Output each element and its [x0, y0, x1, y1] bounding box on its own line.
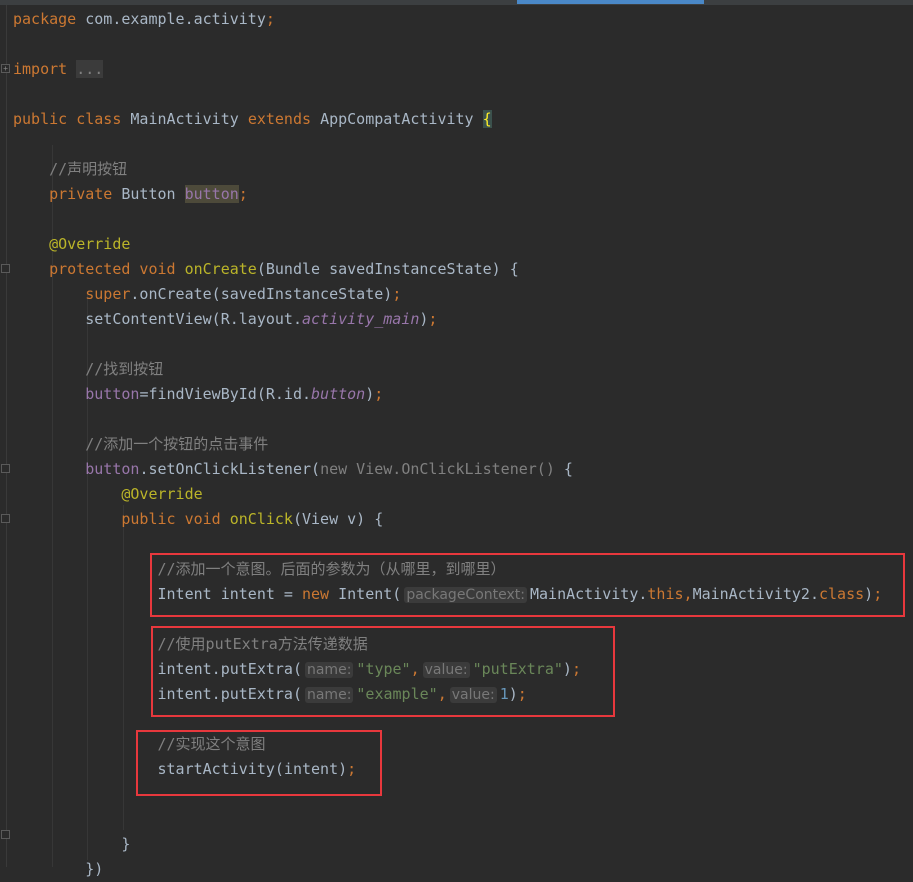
code-token: com.example.activity	[85, 10, 266, 28]
code-token: import	[13, 60, 77, 78]
code-token: Button	[121, 185, 185, 203]
code-line[interactable]: button.setOnClickListener(new View.OnCli…	[13, 457, 573, 482]
code-token: {	[563, 460, 573, 478]
code-token: =findViewById(R.id.	[139, 385, 312, 403]
code-token: setContentView(R.layout.	[13, 310, 302, 328]
code-token: ;	[392, 285, 402, 303]
code-token: ;	[428, 310, 438, 328]
code-token: public void	[13, 510, 230, 528]
code-token: @Override	[13, 235, 131, 253]
code-token: })	[13, 860, 104, 878]
highlight-box-putextra	[151, 626, 615, 717]
code-line[interactable]: setContentView(R.layout.activity_main);	[13, 307, 437, 332]
code-token: //找到按钮	[13, 360, 164, 378]
active-tab-indicator[interactable]	[517, 0, 704, 4]
code-line[interactable]: //找到按钮	[13, 357, 163, 382]
code-line[interactable]: import ...	[13, 57, 104, 82]
code-token: MainActivity	[130, 110, 248, 128]
code-token: ;	[265, 10, 275, 28]
code-token[interactable]: ...	[76, 60, 104, 78]
code-token: ;	[238, 185, 248, 203]
code-token: onClick	[229, 510, 293, 528]
code-token: //添加一个按钮的点击事件	[13, 435, 269, 453]
code-token: button	[184, 185, 239, 203]
code-token: {	[482, 110, 492, 128]
code-token: new View.OnClickListener()	[320, 460, 564, 478]
code-token: //声明按钮	[13, 160, 128, 178]
code-token: button	[311, 385, 366, 403]
code-token: package	[13, 10, 86, 28]
editor-tab-bar	[0, 0, 913, 5]
fold-collapse-icon[interactable]	[1, 464, 10, 473]
code-line[interactable]: public class MainActivity extends AppCom…	[13, 107, 492, 132]
code-token: (View v) {	[292, 510, 384, 528]
code-token: protected void	[13, 260, 185, 278]
code-line[interactable]: public void onClick(View v) {	[13, 507, 383, 532]
code-token: (Bundle savedInstanceState) {	[256, 260, 519, 278]
code-token: onCreate	[184, 260, 257, 278]
code-line[interactable]: button=findViewById(R.id.button);	[13, 382, 383, 407]
gutter	[6, 5, 7, 867]
code-token: .setOnClickListener(	[139, 460, 321, 478]
code-token: }	[13, 835, 131, 853]
code-token: )	[365, 385, 375, 403]
code-token: AppCompatActivity	[320, 110, 483, 128]
code-line[interactable]: }	[13, 832, 130, 857]
code-line[interactable]: @Override	[13, 232, 130, 257]
highlight-box-intent	[150, 553, 905, 617]
code-line[interactable]: protected void onCreate(Bundle savedInst…	[13, 257, 519, 282]
code-token: activity_main	[301, 310, 420, 328]
code-token: .onCreate(savedInstanceState)	[130, 285, 393, 303]
fold-collapse-icon[interactable]	[1, 264, 10, 273]
fold-collapse-icon[interactable]	[1, 514, 10, 523]
code-token: @Override	[13, 485, 203, 503]
code-line[interactable]: //声明按钮	[13, 157, 127, 182]
code-token: extends	[247, 110, 321, 128]
code-line[interactable]: //添加一个按钮的点击事件	[13, 432, 268, 457]
code-token: super	[13, 285, 131, 303]
code-token: ;	[374, 385, 384, 403]
code-token: button	[13, 385, 140, 403]
fold-expand-icon[interactable]: +	[1, 64, 10, 73]
code-token: public class	[13, 110, 131, 128]
code-line[interactable]: private Button button;	[13, 182, 248, 207]
code-token: private	[13, 185, 122, 203]
code-line[interactable]: super.onCreate(savedInstanceState);	[13, 282, 401, 307]
code-line[interactable]: })	[13, 857, 103, 882]
code-token: button	[13, 460, 140, 478]
highlight-box-startactivity	[136, 730, 382, 796]
fold-end-icon[interactable]	[1, 830, 10, 839]
code-line[interactable]: package com.example.activity;	[13, 7, 275, 32]
code-line[interactable]: @Override	[13, 482, 203, 507]
